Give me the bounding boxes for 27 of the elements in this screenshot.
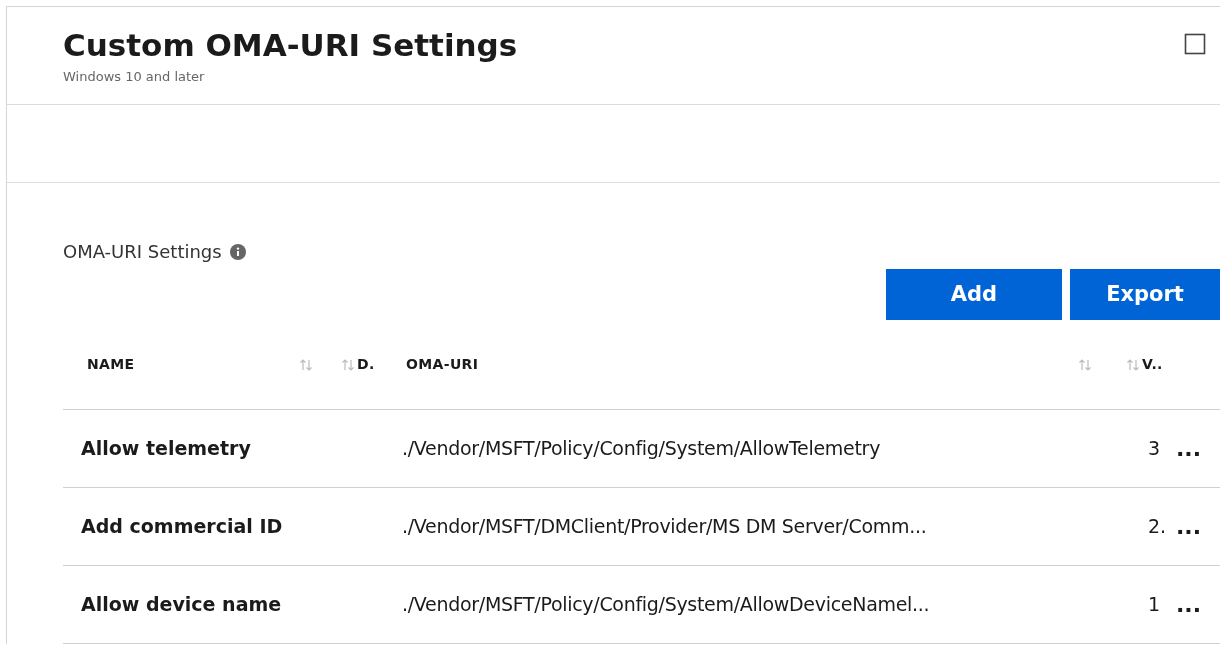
value-text: 2. (1147, 515, 1167, 538)
oma-uri-text: ./Vendor/MSFT/Policy/Config/System/AllowTelemetry (401, 437, 881, 460)
more-button[interactable]: ... (1176, 592, 1202, 617)
more-button[interactable]: ... (1176, 514, 1202, 539)
value-text: 3 (1147, 437, 1161, 460)
setting-name: Allow device name (80, 593, 282, 616)
column-header[interactable]: NAME (87, 354, 135, 375)
setting-name: Allow telemetry (80, 437, 251, 460)
value-text: 1 (1147, 593, 1161, 616)
sort-icon[interactable] (341, 357, 355, 372)
section-label: OMA-URI Settings (63, 240, 222, 264)
column-header[interactable]: OMA-URI (406, 354, 479, 375)
sort-icon[interactable] (1126, 357, 1140, 372)
blade-subtitle: Windows 10 and later (63, 68, 206, 86)
more-button[interactable]: ... (1176, 436, 1202, 461)
column-header[interactable]: D. (357, 354, 375, 375)
sort-icon[interactable] (1078, 357, 1092, 372)
oma-uri-text: ./Vendor/MSFT/Policy/Config/System/AllowDeviceNamel... (401, 593, 930, 616)
add-button[interactable]: Add (886, 269, 1062, 320)
column-header[interactable]: V.. (1142, 354, 1163, 375)
oma-uri-text: ./Vendor/MSFT/DMClient/Provider/MS DM Server/Comm... (401, 515, 927, 538)
info-icon[interactable] (229, 243, 246, 260)
blade-title: Custom OMA-URI Settings (63, 26, 518, 65)
setting-name: Add commercial ID (80, 515, 283, 538)
export-button[interactable]: Export (1070, 269, 1220, 320)
sort-icon[interactable] (299, 357, 313, 372)
maximize-icon[interactable] (1184, 33, 1206, 55)
